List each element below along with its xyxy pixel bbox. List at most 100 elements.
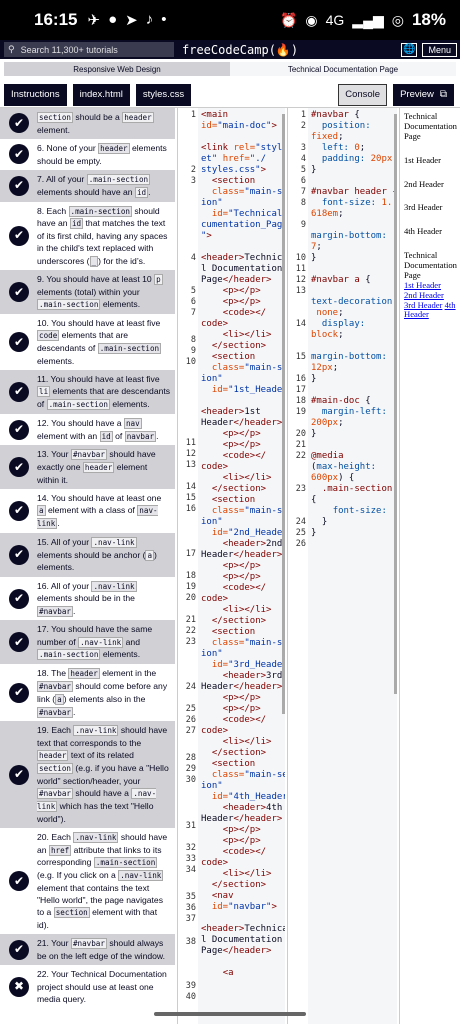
test-item: ✔ 6. None of your header elements should … — [0, 139, 175, 170]
line-number: 8 — [190, 335, 196, 345]
line-number: 14 — [185, 482, 196, 492]
preview-navbar: Technical Documentation Page 1st Header … — [404, 250, 457, 320]
menu-button[interactable]: Menu — [422, 42, 457, 57]
notification-icons: ✈ ● ➤ ♪ • — [87, 11, 166, 29]
test-text: 18. The header element in the #navbar sh… — [37, 668, 168, 718]
test-text: 7. All of your .main-section elements sh… — [37, 173, 151, 198]
test-text: 15. All of your .nav-link elements shoul… — [37, 536, 157, 573]
line-number: 1 — [300, 110, 306, 120]
check-icon: ✔ — [9, 871, 29, 892]
test-item: ✔ 7. All of your .main-section elements s… — [0, 169, 175, 202]
wifi-icon: ◉ — [305, 11, 318, 28]
line-number: 30 — [185, 775, 196, 785]
css-code: #navbar { position: fixed; left: 0; padd… — [311, 110, 397, 538]
test-text: 20. Each .nav-link should have an href a… — [37, 831, 168, 931]
line-number: 19 — [295, 407, 306, 417]
tab-instructions[interactable]: Instructions — [4, 83, 67, 106]
line-number: 18 — [295, 396, 306, 406]
line-number: 11 — [185, 438, 196, 448]
line-number: 9 — [190, 346, 196, 356]
check-icon: ✔ — [9, 225, 29, 246]
line-number: 12 — [185, 449, 196, 459]
preview-nav-link[interactable]: 2nd Header — [404, 290, 444, 300]
check-icon: ✔ — [9, 764, 29, 785]
line-gutter — [288, 108, 308, 1024]
console-button[interactable]: Console — [338, 83, 388, 106]
test-text: 6. None of your header elements should b… — [37, 142, 167, 166]
check-icon: ✔ — [9, 632, 29, 653]
line-number: 13 — [185, 460, 196, 470]
line-number: 17 — [185, 549, 196, 559]
breadcrumb-course[interactable]: Responsive Web Design — [4, 62, 230, 76]
line-number: 19 — [185, 582, 196, 592]
scrollbar[interactable] — [282, 114, 285, 714]
line-number: 29 — [185, 764, 196, 774]
line-number: 21 — [295, 440, 306, 450]
test-item: ✔ 12. You should have a nav element with … — [0, 414, 175, 446]
battery-icon: ◎ — [391, 11, 404, 28]
preview-button[interactable]: Preview ⧉ — [393, 83, 454, 106]
line-number: 9 — [300, 220, 306, 230]
test-text: 16. All of your .nav-link elements shoul… — [37, 580, 137, 617]
search-input[interactable]: ⚲ Search 11,300+ tutorials — [4, 42, 174, 57]
test-text: 8. Each .main-section should have an id … — [37, 205, 168, 267]
line-number: 10 — [295, 253, 306, 263]
line-number: 25 — [295, 528, 306, 538]
test-item: ✔ 13. Your #navbar should have exactly on… — [0, 445, 175, 490]
css-editor[interactable]: 1 2 3 4 5 6 7 8 9 10 11 12 13 14 15 16 1… — [287, 108, 397, 1024]
line-number: 16 — [295, 374, 306, 384]
line-number: 37 — [185, 914, 196, 924]
check-icon: ✔ — [9, 939, 29, 960]
line-number: 23 — [185, 637, 196, 647]
test-text: 17. You should have the same number of .… — [37, 624, 153, 661]
test-text: 9. You should have at least 10 p element… — [37, 274, 163, 311]
test-item: ✔ 14. You should have at least one a elem… — [0, 489, 175, 533]
html-editor[interactable]: 1 2 3 4 5 6 7 8 9 10 11 12 13 14 15 16 1… — [177, 108, 285, 1024]
line-number: 7 — [190, 308, 196, 318]
test-item: ✖ 22. Your Technical Documentation projec… — [0, 965, 175, 1008]
check-icon: ✔ — [9, 381, 29, 402]
test-list: ✔ section should be a header element. ✔ 6. … — [0, 108, 175, 1024]
home-indicator[interactable] — [154, 1012, 306, 1016]
app-icon: ✈ — [87, 12, 101, 29]
tab-index-html[interactable]: index.html — [72, 83, 130, 106]
line-number: 35 — [185, 892, 196, 902]
network-label: 4G — [325, 12, 345, 28]
check-icon: ✔ — [9, 175, 29, 196]
line-number: 25 — [185, 704, 196, 714]
language-globe-icon[interactable]: 🌐 — [401, 42, 418, 57]
line-number: 14 — [295, 319, 306, 329]
test-item: ✔ 8. Each .main-section should have an id… — [0, 202, 175, 271]
chat-icon: ● — [108, 11, 118, 28]
line-number: 20 — [185, 593, 196, 603]
tab-styles-css[interactable]: styles.css — [135, 83, 192, 106]
line-gutter — [178, 108, 198, 1024]
test-text: 12. You should have a nav element with a… — [37, 417, 159, 442]
test-item: ✔ 19. Each .nav-link should have text tha… — [0, 721, 175, 828]
test-item: ✔ section should be a header element. — [0, 108, 175, 139]
preview-nav-link[interactable]: 1st Header — [404, 280, 441, 290]
line-number: 26 — [295, 539, 306, 549]
line-number: 32 — [185, 843, 196, 853]
scrollbar[interactable] — [394, 114, 397, 694]
window-layout-icon[interactable]: ⧉ — [440, 89, 447, 100]
line-number: 24 — [295, 517, 306, 527]
telegram-icon: ➤ — [125, 12, 138, 29]
check-icon: ✔ — [9, 588, 29, 609]
fail-x-icon: ✖ — [9, 976, 29, 997]
test-item: ✔ 17. You should have the same number of … — [0, 620, 175, 665]
preview-title: Technical Documentation Page — [404, 111, 457, 141]
test-item: ✔ 11. You should have at least five li el… — [0, 370, 175, 414]
line-number: 4 — [190, 253, 196, 263]
fcc-logo[interactable]: freeCodeCamp(🔥) — [182, 43, 298, 57]
preview-nav-link[interactable]: 3rd Header — [404, 300, 442, 310]
line-number: 17 — [295, 385, 306, 395]
line-number: 12 — [295, 275, 306, 285]
dot-icon: • — [161, 11, 167, 28]
line-number: 33 — [185, 854, 196, 864]
line-number: 4 — [300, 154, 306, 164]
html-code: <main id="main-doc"> <link rel="styleshe… — [201, 110, 285, 978]
test-text: 10. You should have at least five code e… — [37, 318, 162, 366]
line-number: 18 — [185, 571, 196, 581]
editor-tabs: Instructions index.html styles.css Conso… — [0, 82, 460, 108]
